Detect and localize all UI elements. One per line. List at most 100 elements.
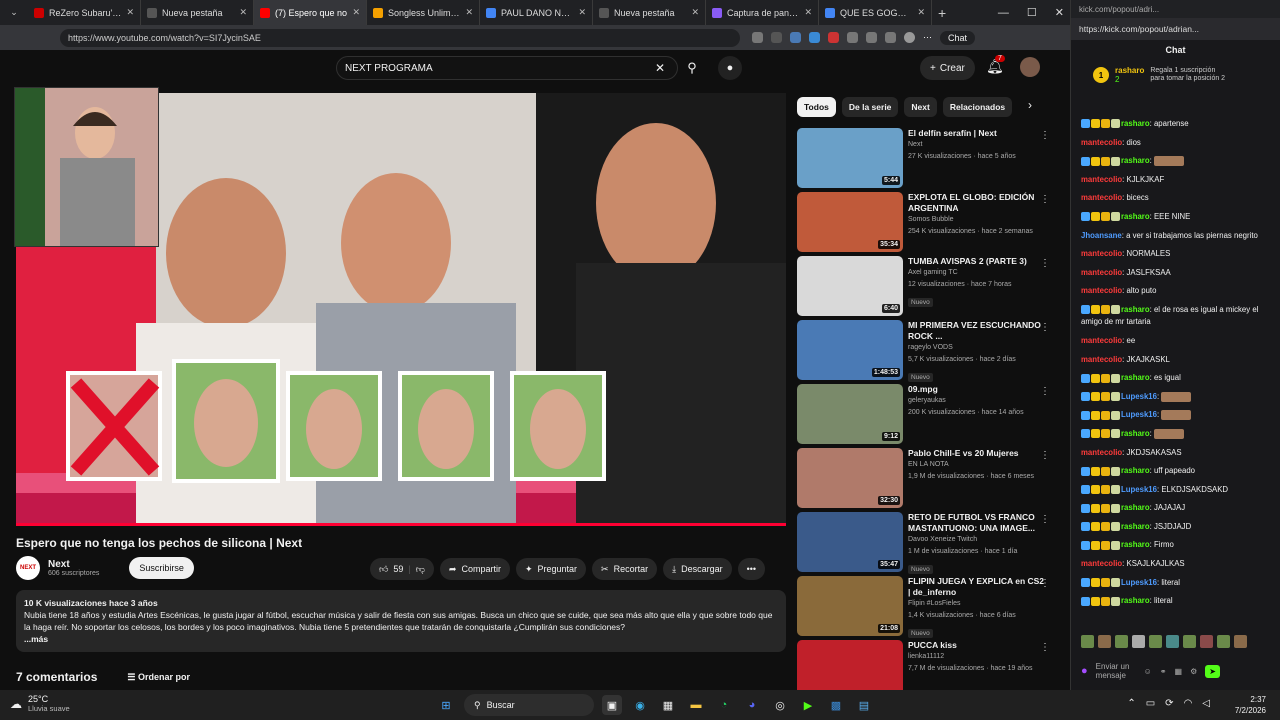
- new-tab-button[interactable]: +: [938, 5, 946, 21]
- mic-icon[interactable]: ●: [1081, 665, 1088, 677]
- more-options-icon[interactable]: ⋮: [1040, 130, 1050, 141]
- browser-tab[interactable]: ReZero Subaru's Tuff Sl ✕: [28, 0, 141, 25]
- recommended-video[interactable]: 9:12 09.mpg geleryaukas 200 K visualizac…: [797, 384, 1052, 448]
- more-options-icon[interactable]: ⋮: [1040, 450, 1050, 461]
- recommended-video[interactable]: 1:48:53 MI PRIMERA VEZ ESCUCHANDO ROCK .…: [797, 320, 1052, 384]
- video-thumbnail[interactable]: 5:44: [797, 128, 903, 188]
- browser-tab[interactable]: Nueva pestaña ✕: [593, 0, 706, 25]
- browser-tab[interactable]: Captura de pantalla p ✕: [706, 0, 819, 25]
- description-more[interactable]: ...más: [24, 633, 778, 645]
- chat-username[interactable]: rasharo: [1121, 429, 1150, 438]
- recommended-video[interactable]: 35:34 EXPLOTA EL GLOBO: EDICIÓN ARGENTIN…: [797, 192, 1052, 256]
- chat-username[interactable]: rasharo: [1121, 503, 1150, 512]
- chat-username[interactable]: Jhoansane: [1081, 231, 1122, 240]
- chat-username[interactable]: Lupesk16: [1121, 485, 1157, 494]
- chat-username[interactable]: mantecolio: [1081, 286, 1122, 295]
- emote-icon[interactable]: [1098, 635, 1111, 648]
- emote-icon[interactable]: [1234, 635, 1247, 648]
- filter-chip[interactable]: De la serie: [841, 97, 899, 117]
- extension-icon[interactable]: [752, 32, 763, 43]
- profile-avatar[interactable]: [904, 32, 915, 43]
- more-options-icon[interactable]: ⋮: [1040, 578, 1050, 589]
- recommended-video[interactable]: 35:47 RETO DE FUTBOL VS FRANCO MASTANTUO…: [797, 512, 1052, 576]
- subscribe-button[interactable]: Suscribirse: [129, 557, 194, 579]
- chat-username[interactable]: rasharo: [1121, 119, 1150, 128]
- chat-input[interactable]: Enviar un mensaje: [1096, 662, 1136, 680]
- create-button[interactable]: + Crear: [920, 56, 975, 80]
- video-thumbnail[interactable]: 6:40: [797, 256, 903, 316]
- gift-icon[interactable]: ▦: [1175, 667, 1183, 676]
- like-button[interactable]: 👍︎ 59 | 👎︎: [370, 558, 434, 580]
- chat-username[interactable]: rasharo: [1121, 212, 1150, 221]
- chat-username[interactable]: rasharo: [1121, 373, 1150, 382]
- video-thumbnail[interactable]: 35:34: [797, 192, 903, 252]
- maximize-button[interactable]: ☐: [1027, 6, 1037, 19]
- user-avatar[interactable]: [1020, 57, 1040, 77]
- volume-icon[interactable]: ◁: [1202, 698, 1210, 709]
- more-options-icon[interactable]: ⋮: [1040, 514, 1050, 525]
- recommended-video[interactable]: 5:44 El delfín serafín | Next Next 27 K …: [797, 128, 1052, 192]
- voice-search-button[interactable]: ●: [718, 56, 742, 80]
- emote-icon[interactable]: [1200, 635, 1213, 648]
- video-thumbnail[interactable]: 21:08: [797, 576, 903, 636]
- chat-username[interactable]: rasharo: [1121, 305, 1150, 314]
- video-thumbnail[interactable]: 35:47: [797, 512, 903, 572]
- kick-url-bar[interactable]: https://kick.com/popout/adrian...: [1071, 18, 1280, 40]
- chevron-up-icon[interactable]: ⌃: [1127, 698, 1135, 709]
- emote-icon[interactable]: [1183, 635, 1196, 648]
- share-button[interactable]: ➦ Compartir: [439, 558, 510, 580]
- sync-icon[interactable]: ⟳: [1165, 698, 1173, 709]
- recommended-video[interactable]: 32:30 Pablo Chill-E vs 20 Mujeres EN LA …: [797, 448, 1052, 512]
- extension-icon[interactable]: [885, 32, 896, 43]
- chat-username[interactable]: mantecolio: [1081, 249, 1122, 258]
- task-view-icon[interactable]: ▣: [602, 695, 622, 715]
- close-tab-icon[interactable]: ✕: [465, 7, 473, 18]
- whatsapp-icon[interactable]: ◔: [714, 695, 734, 715]
- download-button[interactable]: ⤓ Descargar: [663, 558, 732, 580]
- edge-icon[interactable]: ◉: [630, 695, 650, 715]
- thumbs-down-icon[interactable]: 👎︎: [416, 564, 425, 575]
- extension-icon[interactable]: [828, 32, 839, 43]
- emote-icon[interactable]: [1115, 635, 1128, 648]
- more-actions-button[interactable]: •••: [737, 558, 766, 580]
- close-tab-icon[interactable]: ✕: [578, 7, 586, 18]
- search-button[interactable]: ⚲: [678, 56, 706, 80]
- close-tab-icon[interactable]: ✕: [691, 7, 699, 18]
- star-icon[interactable]: [771, 32, 782, 43]
- video-thumbnail[interactable]: 9:12: [797, 384, 903, 444]
- emote-icon[interactable]: [1081, 635, 1094, 648]
- more-options-icon[interactable]: ⋮: [1040, 194, 1050, 205]
- chat-username[interactable]: mantecolio: [1081, 193, 1122, 202]
- chat-username[interactable]: Lupesk16: [1121, 410, 1157, 419]
- emote-icon[interactable]: [1166, 635, 1179, 648]
- browser-tab[interactable]: QUE ES GOGO JERGA F ✕: [819, 0, 932, 25]
- browser-tab[interactable]: PAUL DANO NOVIA - B ✕: [480, 0, 593, 25]
- url-field[interactable]: https://www.youtube.com/watch?v=SI7Jycin…: [60, 28, 740, 47]
- more-options-icon[interactable]: ⋮: [1040, 322, 1050, 333]
- chat-username[interactable]: mantecolio: [1081, 175, 1122, 184]
- media-player-icon[interactable]: ▶: [798, 695, 818, 715]
- file-explorer-icon[interactable]: ▬: [686, 695, 706, 715]
- video-thumbnail[interactable]: 32:30: [797, 448, 903, 508]
- search-input[interactable]: NEXT PROGRAMA ✕: [336, 56, 678, 80]
- chat-username[interactable]: mantecolio: [1081, 559, 1122, 568]
- filter-chip[interactable]: Next: [904, 97, 937, 117]
- emote-icon[interactable]: [1217, 635, 1230, 648]
- browser-tab[interactable]: Nueva pestaña ✕: [141, 0, 254, 25]
- emoji-icon[interactable]: ☺: [1144, 667, 1152, 676]
- close-tab-icon[interactable]: ✕: [917, 7, 925, 18]
- settings-gear-icon[interactable]: ⚙: [1190, 667, 1197, 676]
- chat-username[interactable]: rasharo: [1121, 156, 1150, 165]
- minimize-button[interactable]: —: [998, 7, 1009, 19]
- more-options-icon[interactable]: ⋮: [1040, 258, 1050, 269]
- chat-username[interactable]: rasharo: [1121, 540, 1150, 549]
- filter-chip[interactable]: Todos: [797, 97, 836, 117]
- paint-icon[interactable]: ▩: [826, 695, 846, 715]
- channel-logo[interactable]: NEXT: [16, 556, 40, 580]
- chat-username[interactable]: mantecolio: [1081, 355, 1122, 364]
- tab-search-icon[interactable]: ⌄: [0, 7, 28, 18]
- recommended-video[interactable]: 21:08 FLIPIN JUEGA Y EXPLICA en CS2 | de…: [797, 576, 1052, 640]
- menu-dots-icon[interactable]: ⋯: [923, 32, 932, 43]
- channel-name[interactable]: Next: [48, 559, 99, 570]
- chat-username[interactable]: rasharo: [1121, 596, 1150, 605]
